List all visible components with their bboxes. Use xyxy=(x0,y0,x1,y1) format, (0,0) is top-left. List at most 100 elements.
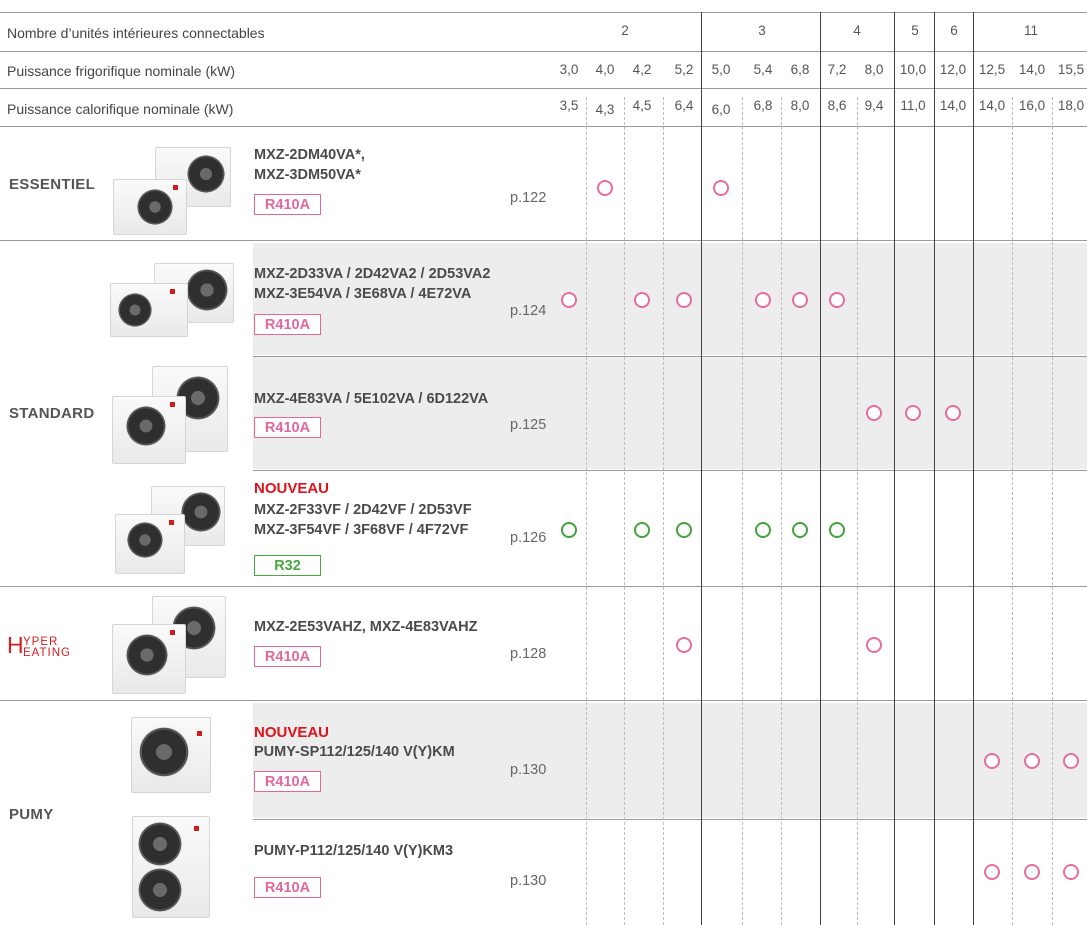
availability-marker xyxy=(984,753,1000,769)
heating-capacity-value: 16,0 xyxy=(1018,98,1046,113)
model-line: PUMY-P112/125/140 V(Y)KM3 xyxy=(254,843,454,859)
group-divider xyxy=(701,12,702,925)
family-essentiel: ESSENTIEL xyxy=(9,176,96,193)
group-divider xyxy=(973,12,974,925)
model-line: MXZ-3DM50VA* xyxy=(254,167,361,183)
page-reference: p.122 xyxy=(510,190,547,206)
availability-marker xyxy=(829,522,845,538)
column-guide xyxy=(586,97,587,925)
family-standard: STANDARD xyxy=(9,405,95,422)
unit-count-6: 6 xyxy=(950,23,958,38)
refrigerant-badge: R410A xyxy=(254,194,321,215)
model-line: MXZ-2D33VA / 2D42VA2 / 2D53VA2 xyxy=(254,266,491,282)
model-names-standard-2: MXZ-4E83VA / 5E102VA / 6D122VA xyxy=(254,389,488,409)
model-line: MXZ-4E83VA / 5E102VA / 6D122VA xyxy=(254,391,489,407)
heating-capacity-value: 9,4 xyxy=(864,98,884,113)
refrigerant-badge: R410A xyxy=(254,877,321,898)
connectable-units-label: Nombre d’unités intérieures connectables xyxy=(7,25,265,41)
model-line: MXZ-2F33VF / 2D42VF / 2D53VF xyxy=(254,502,472,518)
availability-marker xyxy=(866,405,882,421)
cooling-capacity-value: 4,2 xyxy=(632,62,652,77)
availability-marker xyxy=(905,405,921,421)
heating-capacity-value: 4,5 xyxy=(632,98,652,113)
heating-capacity-value: 6,4 xyxy=(674,98,694,113)
cooling-capacity-value: 12,5 xyxy=(978,62,1006,77)
availability-marker xyxy=(676,522,692,538)
section-divider xyxy=(0,700,1087,701)
group-divider xyxy=(934,12,935,925)
availability-marker xyxy=(755,292,771,308)
availability-marker xyxy=(1063,864,1079,880)
group-divider xyxy=(820,12,821,925)
header-rule xyxy=(0,88,1087,89)
heating-capacity-value: 6,0 xyxy=(711,102,731,117)
availability-marker xyxy=(676,292,692,308)
heating-capacity-value: 8,6 xyxy=(827,98,847,113)
heating-capacity-value: 4,3 xyxy=(595,102,615,117)
heating-capacity-value: 11,0 xyxy=(900,98,926,113)
availability-marker xyxy=(792,292,808,308)
availability-marker xyxy=(634,522,650,538)
refrigerant-badge: R410A xyxy=(254,417,321,438)
availability-marker xyxy=(984,864,1000,880)
group-divider xyxy=(894,12,895,925)
heating-capacity-value: 14,0 xyxy=(978,98,1006,113)
unit-count-2: 2 xyxy=(621,23,629,38)
column-guide xyxy=(742,97,743,925)
hyper-heating-logo: H YPER EATING xyxy=(7,632,70,659)
model-names-pumy-p: PUMY-P112/125/140 V(Y)KM3 xyxy=(254,841,453,861)
hyper-heating-initial: H xyxy=(7,632,24,658)
page-reference: p.126 xyxy=(510,530,547,546)
hyper-heating-bottom: EATING xyxy=(23,647,71,659)
availability-marker xyxy=(1063,753,1079,769)
model-line: MXZ-3F54VF / 3F68VF / 4F72VF xyxy=(254,522,469,538)
refrigerant-badge: R410A xyxy=(254,771,321,792)
availability-marker xyxy=(792,522,808,538)
header-rule xyxy=(0,126,1087,127)
model-names-standard-3: MXZ-2F33VF / 2D42VF / 2D53VF MXZ-3F54VF … xyxy=(254,500,472,540)
row-band-standard-2 xyxy=(253,357,1087,469)
availability-marker xyxy=(561,522,577,538)
column-guide xyxy=(781,97,782,925)
model-names-standard-1: MXZ-2D33VA / 2D42VA2 / 2D53VA2 MXZ-3E54V… xyxy=(254,264,490,304)
new-label: NOUVEAU xyxy=(254,724,330,741)
unit-count-11: 11 xyxy=(1023,23,1038,38)
availability-marker xyxy=(713,180,729,196)
availability-marker xyxy=(945,405,961,421)
refrigerant-badge: R32 xyxy=(254,555,321,576)
page-reference: p.130 xyxy=(510,873,547,889)
cooling-capacity-value: 4,0 xyxy=(595,62,615,77)
heating-capacity-value: 14,0 xyxy=(939,98,967,113)
new-label: NOUVEAU xyxy=(254,480,330,497)
model-names-pumy-sp: PUMY-SP112/125/140 V(Y)KM xyxy=(254,742,455,762)
page-reference: p.130 xyxy=(510,762,547,778)
heating-capacity-value: 8,0 xyxy=(790,98,810,113)
availability-marker xyxy=(597,180,613,196)
model-line: MXZ-2DM40VA*, xyxy=(254,147,365,163)
cooling-capacity-value: 15,5 xyxy=(1057,62,1085,77)
model-line: MXZ-2E53VAHZ, MXZ-4E83VAHZ xyxy=(254,619,478,635)
row-divider xyxy=(253,819,1087,820)
availability-marker xyxy=(676,637,692,653)
unit-count-4: 4 xyxy=(853,23,861,38)
cooling-capacity-value: 5,2 xyxy=(674,62,694,77)
column-guide xyxy=(663,97,664,925)
cooling-capacity-value: 14,0 xyxy=(1018,62,1046,77)
cooling-capacity-value: 8,0 xyxy=(864,62,884,77)
column-guide xyxy=(624,97,625,925)
section-divider xyxy=(0,586,1087,587)
model-line: PUMY-SP112/125/140 V(Y)KM xyxy=(254,744,455,760)
cooling-capacity-value: 12,0 xyxy=(939,62,967,77)
model-line: MXZ-3E54VA / 3E68VA / 4E72VA xyxy=(254,286,472,302)
availability-marker xyxy=(1024,753,1040,769)
column-guide xyxy=(1012,97,1013,925)
heating-capacity-label: Puissance calorifique nominale (kW) xyxy=(7,101,234,117)
page-reference: p.128 xyxy=(510,646,547,662)
refrigerant-badge: R410A xyxy=(254,314,321,335)
unit-count-5: 5 xyxy=(911,23,919,38)
availability-marker xyxy=(829,292,845,308)
heating-capacity-value: 3,5 xyxy=(559,98,579,113)
row-divider xyxy=(253,470,1087,471)
model-names-essentiel: MXZ-2DM40VA*, MXZ-3DM50VA* xyxy=(254,145,365,185)
cooling-capacity-value: 10,0 xyxy=(899,62,927,77)
